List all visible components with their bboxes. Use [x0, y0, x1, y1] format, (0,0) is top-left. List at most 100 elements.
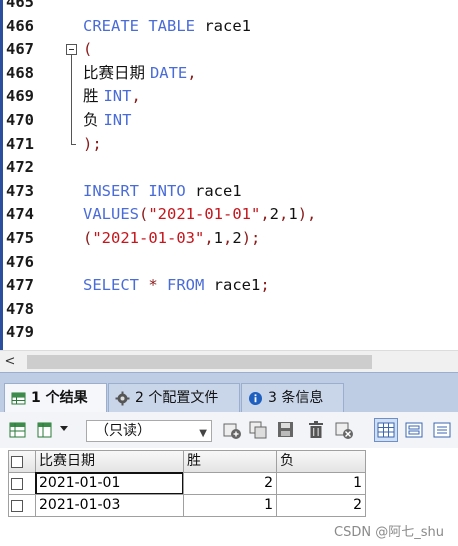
token-zh: 比赛日期: [83, 63, 150, 82]
cell-wins[interactable]: 2: [183, 472, 277, 495]
checkbox[interactable]: [11, 500, 23, 512]
checkbox[interactable]: [11, 456, 23, 468]
column-header-wins[interactable]: 胜: [183, 450, 277, 473]
token-kw: INT: [103, 111, 132, 129]
code-line[interactable]: 473 INSERT INTO race1: [0, 180, 458, 204]
line-number: 473: [6, 181, 34, 200]
line-number: 472: [6, 158, 34, 177]
line-number: 466: [6, 16, 34, 35]
code-line[interactable]: 472: [0, 156, 458, 180]
table-row[interactable]: 2021-01-03 1 2: [8, 494, 368, 517]
cancel-icon[interactable]: [334, 420, 354, 440]
token-punc: ,: [260, 205, 270, 224]
column-header-date[interactable]: 比赛日期: [35, 450, 184, 473]
code-line[interactable]: 466 CREATE TABLE race1: [0, 15, 458, 39]
code-text: INSERT INTO race1: [83, 180, 242, 204]
token-num: 1: [213, 229, 224, 247]
read-only-mode-select[interactable]: （只读） ▼: [86, 420, 212, 442]
tab-profiles[interactable]: 2 个配置文件: [108, 383, 240, 413]
export-grid-icon[interactable]: [8, 420, 28, 440]
import-grid-icon[interactable]: [36, 420, 56, 440]
tab-profiles-label: 2 个配置文件: [135, 390, 219, 406]
line-number: 474: [6, 205, 34, 224]
tab-results-label: 1 个结果: [31, 390, 88, 406]
column-header-losses[interactable]: 负: [276, 450, 366, 473]
token-punc: *: [148, 276, 167, 295]
code-text: VALUES("2021-01-01",2,1),: [83, 203, 316, 227]
row-checkbox-cell[interactable]: [8, 472, 36, 495]
code-line[interactable]: 468 比赛日期 DATE,: [0, 61, 458, 86]
token-kw: VALUES: [83, 205, 139, 224]
code-text: ("2021-01-03",1,2);: [83, 227, 260, 251]
code-line[interactable]: 469 胜 INT,: [0, 85, 458, 109]
token-num: 1: [288, 205, 298, 224]
cell-losses[interactable]: 2: [276, 494, 366, 517]
horizontal-scrollbar[interactable]: <: [0, 350, 458, 372]
token-str: "2021-01-01": [148, 205, 261, 224]
row-checkbox-cell[interactable]: [8, 494, 36, 517]
add-row-icon[interactable]: [222, 420, 242, 440]
code-line[interactable]: 475 ("2021-01-03",1,2);: [0, 227, 458, 251]
grid-view-button[interactable]: [374, 418, 398, 442]
fold-guide: [66, 61, 78, 86]
profile-icon: [115, 391, 130, 406]
scroll-left-arrow-icon[interactable]: <: [2, 354, 18, 370]
code-line[interactable]: 478: [0, 298, 458, 322]
line-number: 468: [6, 63, 34, 82]
token-punc: ),: [297, 205, 317, 224]
result-tab-bar: 1 个结果 2 个配置文件 3 条信息: [0, 372, 458, 414]
delete-icon[interactable]: [306, 420, 326, 440]
code-text: 比赛日期 DATE,: [83, 62, 197, 86]
code-line[interactable]: 467 (: [0, 38, 458, 63]
code-text: );: [83, 133, 102, 157]
cell-wins[interactable]: 1: [183, 494, 277, 517]
fold-end-guide: [66, 132, 78, 157]
token-kw: DATE: [149, 63, 188, 82]
line-number: 478: [6, 299, 34, 318]
code-line[interactable]: 479: [0, 321, 458, 345]
grid-view-icon: [377, 422, 395, 438]
text-view-button[interactable]: [430, 418, 454, 442]
code-text: CREATE TABLE race1: [83, 15, 251, 39]
token-punc: ,: [131, 87, 141, 106]
token-kw: INT: [103, 87, 132, 106]
token-punc: ;: [260, 276, 270, 295]
code-line[interactable]: 470 负 INT: [0, 109, 458, 133]
code-text: (: [83, 38, 92, 62]
token-punc: ,: [187, 63, 197, 82]
watermark: CSDN @阿七_shu: [334, 525, 444, 540]
result-grid-icon: [11, 392, 26, 405]
code-text: 胜 INT,: [83, 85, 141, 109]
form-view-button[interactable]: [402, 418, 426, 442]
form-view-icon: [405, 422, 423, 438]
save-icon[interactable]: [276, 420, 296, 440]
tab-results[interactable]: 1 个结果: [4, 383, 107, 414]
select-all-checkbox-cell[interactable]: [8, 450, 36, 473]
code-line[interactable]: 477 SELECT * FROM race1;: [0, 274, 458, 298]
fold-toggle-icon[interactable]: [66, 38, 78, 63]
sql-editor[interactable]: 465 466 CREATE TABLE race1 467 (468 比赛日期 DATE…: [0, 0, 458, 350]
code-line[interactable]: 476: [0, 251, 458, 275]
scroll-thumb[interactable]: [27, 355, 372, 369]
token-kw: FROM: [167, 276, 214, 295]
text-view-icon: [433, 422, 451, 438]
code-line[interactable]: 465: [0, 0, 458, 15]
token-id: race1: [194, 181, 242, 200]
tab-messages[interactable]: 3 条信息: [241, 383, 344, 413]
code-line[interactable]: 474 VALUES("2021-01-01",2,1),: [0, 203, 458, 227]
mode-select-value: （只读）: [95, 423, 151, 439]
line-number: 469: [6, 87, 34, 106]
cell-date[interactable]: 2021-01-01: [35, 472, 184, 495]
duplicate-row-icon[interactable]: [248, 420, 268, 440]
code-line[interactable]: 471);: [0, 132, 458, 157]
cell-date[interactable]: 2021-01-03: [35, 494, 184, 517]
token-kw: INSERT INTO: [83, 181, 195, 200]
token-punc: (: [139, 205, 149, 224]
token-punc: );: [83, 134, 102, 153]
table-row[interactable]: 2021-01-01 2 1: [8, 472, 368, 495]
token-punc: ,: [223, 229, 233, 247]
chevron-down-icon[interactable]: [60, 426, 68, 431]
token-punc: ,: [204, 229, 214, 247]
cell-losses[interactable]: 1: [276, 472, 366, 495]
checkbox[interactable]: [11, 478, 23, 490]
